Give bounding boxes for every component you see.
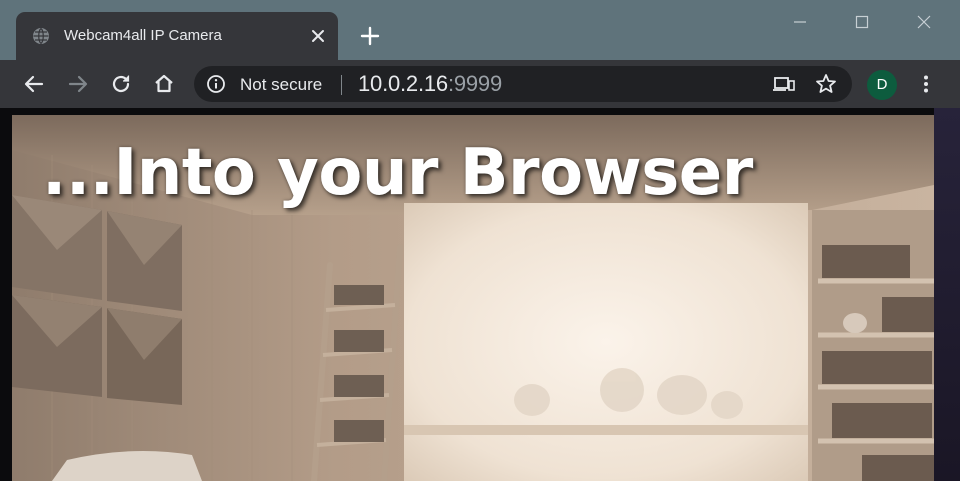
tab-title: Webcam4all IP Camera bbox=[64, 27, 222, 44]
security-label[interactable]: Not secure bbox=[240, 75, 322, 95]
back-icon[interactable] bbox=[22, 72, 46, 96]
home-icon[interactable] bbox=[152, 72, 176, 96]
page-edge bbox=[934, 108, 960, 481]
url-text[interactable]: 10.0.2.16:9999 bbox=[358, 71, 502, 97]
maximize-icon[interactable] bbox=[850, 10, 874, 34]
address-divider bbox=[341, 75, 342, 95]
close-tab-icon[interactable] bbox=[308, 26, 328, 46]
url-port: :9999 bbox=[447, 71, 503, 96]
cast-icon[interactable] bbox=[772, 72, 796, 96]
address-bar[interactable]: Not secure 10.0.2.16:9999 bbox=[194, 66, 852, 102]
minimize-icon[interactable] bbox=[788, 10, 812, 34]
url-host: 10.0.2.16 bbox=[358, 71, 448, 96]
menu-kebab-icon[interactable] bbox=[914, 72, 938, 96]
reload-icon[interactable] bbox=[109, 72, 133, 96]
page-viewport: ...Into your Browser bbox=[0, 108, 960, 481]
tab-webcam4all[interactable]: Webcam4all IP Camera bbox=[16, 12, 338, 60]
bookmark-star-icon[interactable] bbox=[814, 72, 838, 96]
globe-icon bbox=[33, 28, 49, 44]
tab-strip: Webcam4all IP Camera bbox=[0, 0, 960, 60]
profile-avatar[interactable]: D bbox=[867, 70, 897, 100]
forward-icon[interactable] bbox=[66, 72, 90, 96]
new-tab-icon[interactable] bbox=[358, 24, 382, 48]
browser-toolbar: Not secure 10.0.2.16:9999 D bbox=[0, 60, 960, 108]
close-window-icon[interactable] bbox=[912, 10, 936, 34]
overlay-headline: ...Into your Browser bbox=[42, 136, 753, 210]
info-icon[interactable] bbox=[206, 74, 226, 94]
